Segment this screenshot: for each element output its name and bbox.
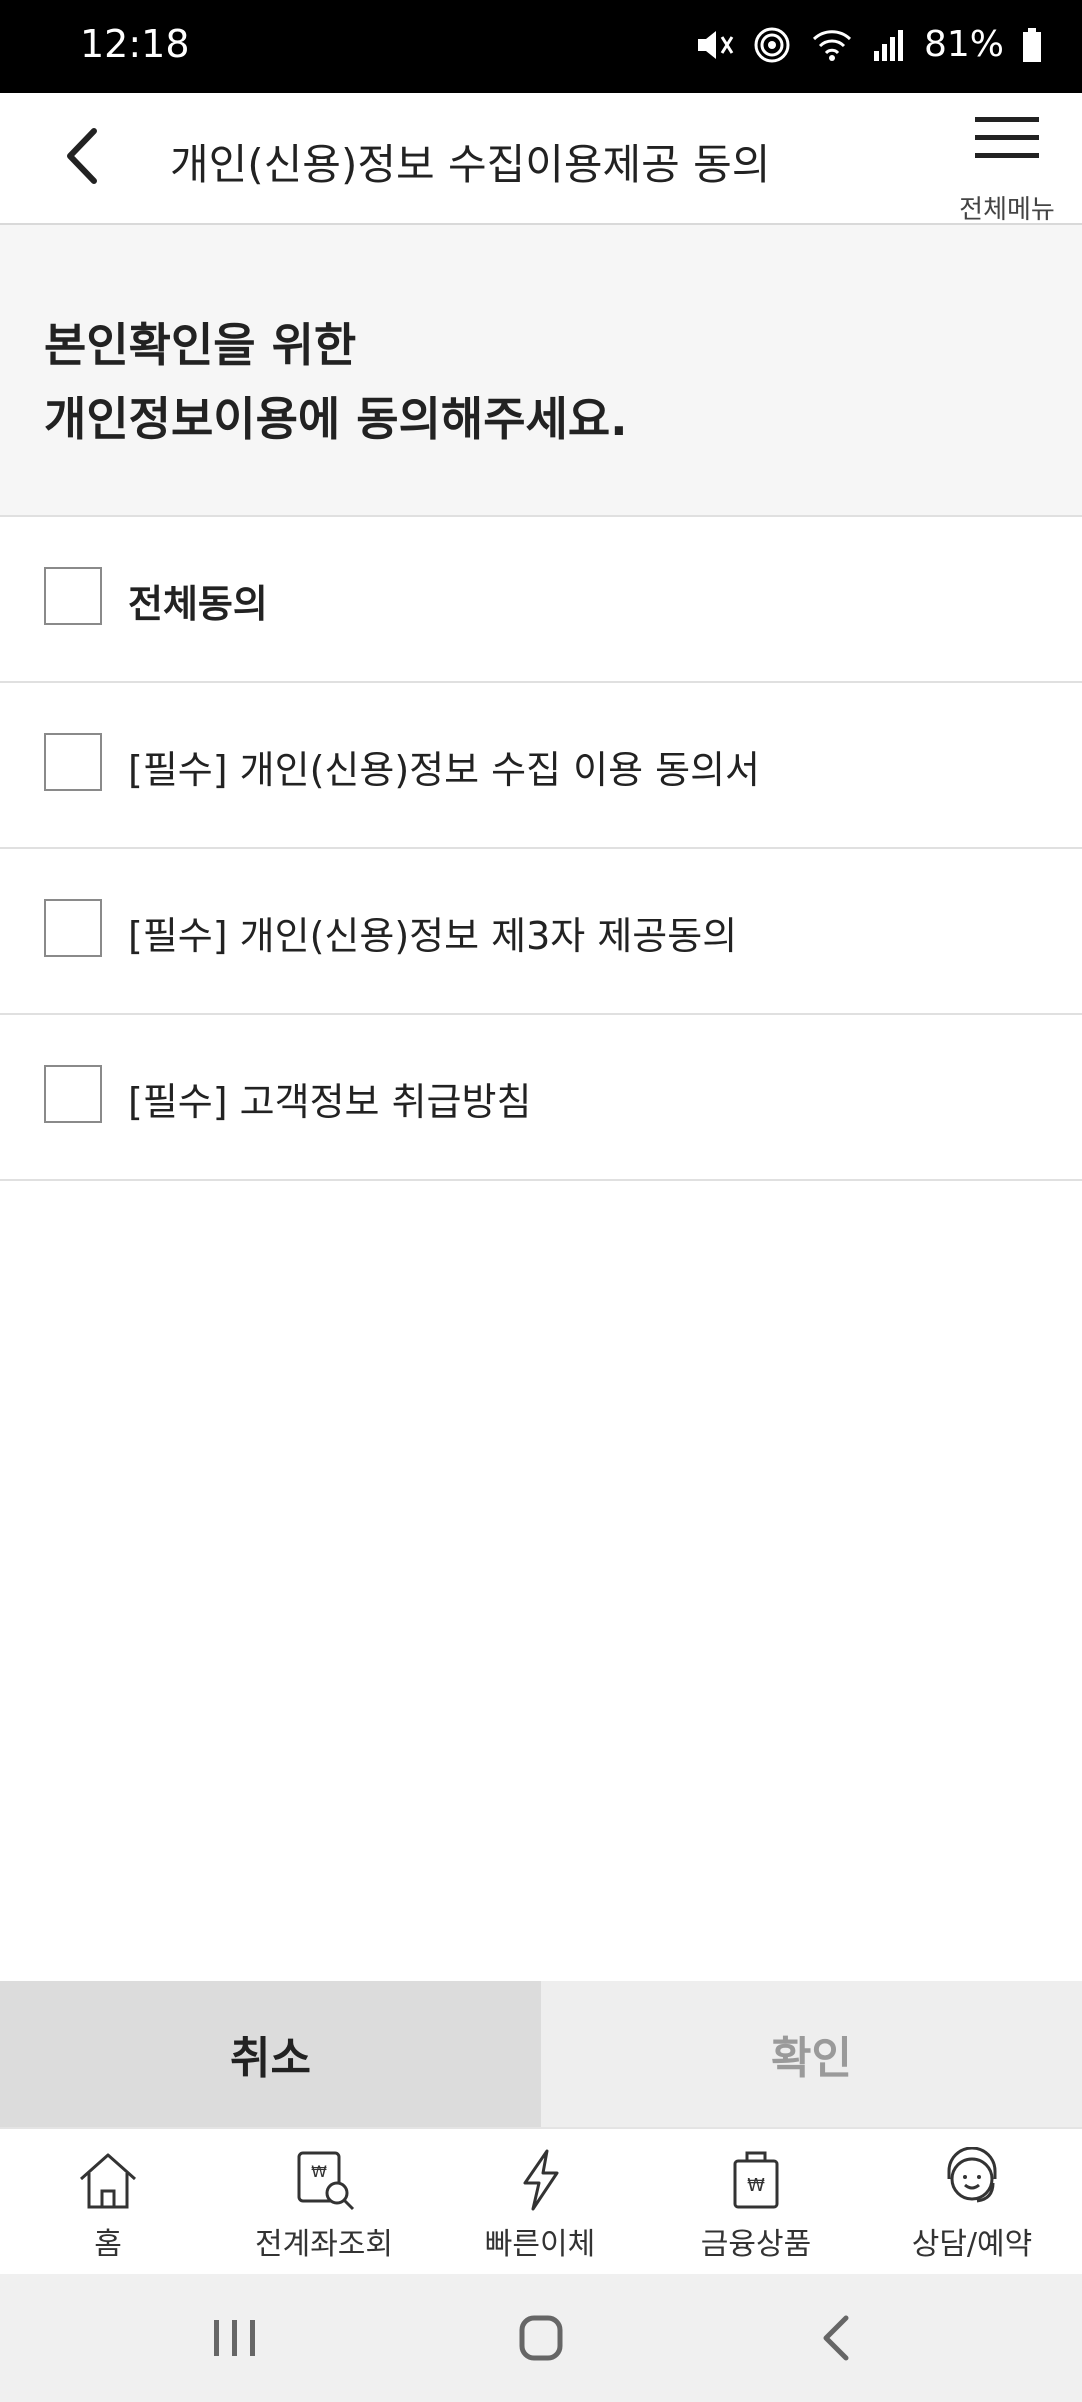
nav-item-all-accounts[interactable]: ₩ 전계좌조회	[216, 2129, 432, 2276]
page-title: 개인(신용)정보 수집이용제공 동의	[170, 140, 771, 189]
app-header: 개인(신용)정보 수집이용제공 동의 전체메뉴	[0, 93, 1082, 225]
nav-label-all-accounts: 전계좌조회	[255, 2227, 393, 2262]
battery-percent: 81%	[923, 24, 1004, 65]
cancel-button[interactable]: 취소	[0, 1981, 541, 2127]
agree-all-row[interactable]: 전체동의	[0, 517, 1082, 683]
headset-agent-icon	[947, 2147, 997, 2203]
recent-apps-icon[interactable]	[200, 2308, 270, 2368]
signal-icon	[873, 29, 903, 61]
system-nav-bar	[0, 2274, 1082, 2402]
status-icons: 81%	[694, 24, 1042, 65]
nav-item-consult-reserve[interactable]: 상담/예약	[864, 2129, 1080, 2276]
nav-item-quick-transfer[interactable]: 빠른이체	[432, 2129, 648, 2276]
nav-label-home: 홈	[94, 2227, 122, 2262]
intro-line-2: 개인정보이용에 동의해주세요.	[44, 392, 628, 446]
wifi-icon	[812, 29, 852, 61]
svg-text:₩: ₩	[311, 2162, 327, 2181]
agree-row-third-party[interactable]: [필수] 개인(신용)정보 제3자 제공동의	[0, 849, 1082, 1015]
battery-icon	[1023, 27, 1041, 62]
status-time: 12:18	[80, 22, 190, 66]
agree-all-label: 전체동의	[128, 582, 268, 626]
agree-collection-label: [필수] 개인(신용)정보 수집 이용 동의서	[128, 748, 761, 792]
nav-label-quick-transfer: 빠른이체	[484, 2227, 596, 2262]
hamburger-menu-icon	[975, 117, 1039, 158]
system-back-icon[interactable]	[802, 2308, 872, 2368]
svg-text:₩: ₩	[747, 2175, 765, 2196]
intro-section: 본인확인을 위한 개인정보이용에 동의해주세요.	[0, 225, 1082, 517]
bottom-nav: 홈 ₩ 전계좌조회 빠른이체 ₩ 금융상품 상담/예약	[0, 2127, 1082, 2276]
intro-line-1: 본인확인을 위한	[44, 318, 357, 372]
hotspot-icon	[754, 27, 790, 62]
all-menu-button[interactable]: 전체메뉴	[952, 107, 1062, 225]
agree-all-checkbox[interactable]	[44, 567, 102, 625]
action-button-bar: 취소 확인	[0, 1981, 1082, 2127]
agree-privacy-policy-label: [필수] 고객정보 취급방침	[128, 1080, 532, 1124]
all-menu-label: 전체메뉴	[959, 195, 1055, 225]
home-button-icon[interactable]	[506, 2308, 576, 2368]
shopping-bag-won-icon: ₩	[733, 2151, 779, 2209]
agree-row-collection[interactable]: [필수] 개인(신용)정보 수집 이용 동의서	[0, 683, 1082, 849]
nav-label-financial-products: 금융상품	[700, 2227, 812, 2262]
agree-third-party-checkbox[interactable]	[44, 899, 102, 957]
nav-label-consult-reserve: 상담/예약	[911, 2227, 1033, 2262]
lightning-icon	[523, 2149, 559, 2211]
agree-privacy-policy-checkbox[interactable]	[44, 1065, 102, 1123]
back-button[interactable]	[50, 121, 120, 191]
nav-item-home[interactable]: 홈	[0, 2129, 216, 2276]
confirm-button[interactable]: 확인	[541, 1981, 1082, 2127]
home-icon	[80, 2153, 136, 2209]
status-bar: 12:18 81%	[0, 0, 1082, 93]
agree-row-privacy-policy[interactable]: [필수] 고객정보 취급방침	[0, 1015, 1082, 1181]
account-search-icon: ₩	[297, 2151, 355, 2211]
agree-collection-checkbox[interactable]	[44, 733, 102, 791]
chevron-left-icon	[67, 128, 97, 184]
agree-third-party-label: [필수] 개인(신용)정보 제3자 제공동의	[128, 914, 738, 958]
nav-item-financial-products[interactable]: ₩ 금융상품	[648, 2129, 864, 2276]
mute-icon	[697, 30, 734, 59]
